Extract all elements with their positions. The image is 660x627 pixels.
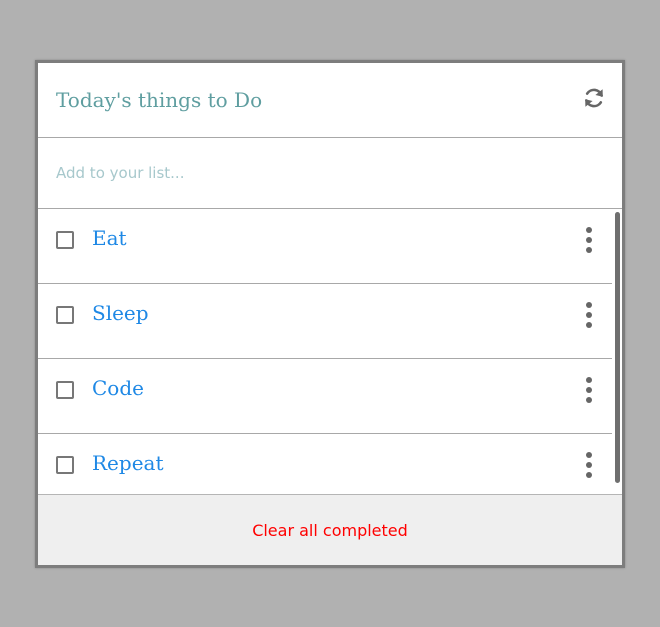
clear-completed-button[interactable]: Clear all completed	[38, 495, 622, 565]
more-vertical-icon[interactable]	[582, 452, 596, 478]
item-label: Eat	[92, 226, 127, 250]
more-vertical-icon[interactable]	[582, 377, 596, 403]
item-label: Code	[92, 376, 144, 400]
list-item: Eat	[38, 209, 612, 284]
item-checkbox[interactable]	[56, 381, 74, 399]
list-item: Sleep	[38, 284, 612, 359]
add-item-input[interactable]	[56, 162, 556, 184]
item-checkbox[interactable]	[56, 456, 74, 474]
refresh-icon[interactable]	[582, 86, 606, 110]
item-label: Repeat	[92, 451, 164, 475]
todo-list: Eat Sleep Code Repeat	[38, 209, 622, 494]
list-scrollbar[interactable]	[615, 212, 620, 483]
item-checkbox[interactable]	[56, 306, 74, 324]
list-item: Repeat	[38, 434, 612, 494]
list-item: Code	[38, 359, 612, 434]
item-checkbox[interactable]	[56, 231, 74, 249]
add-item-row	[38, 138, 622, 209]
more-vertical-icon[interactable]	[582, 302, 596, 328]
todo-footer: Clear all completed	[38, 494, 622, 565]
todo-header: Today's things to Do	[38, 63, 622, 138]
more-vertical-icon[interactable]	[582, 227, 596, 253]
item-label: Sleep	[92, 301, 149, 325]
page-title: Today's things to Do	[56, 88, 263, 112]
todo-card: Today's things to Do Eat Sleep Code	[35, 60, 625, 568]
